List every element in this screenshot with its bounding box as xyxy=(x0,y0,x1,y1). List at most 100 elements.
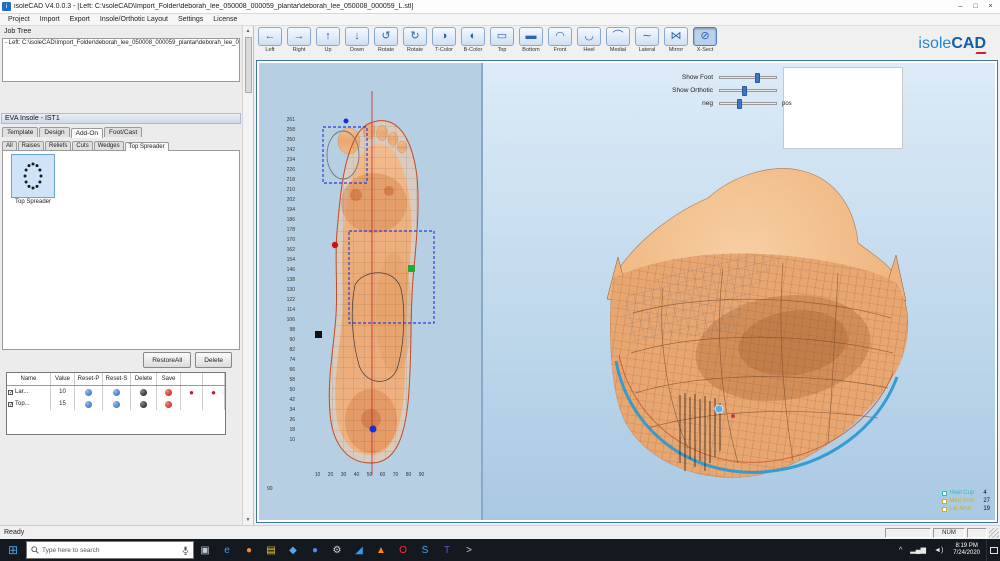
heel-view-button[interactable]: ◡ Heel xyxy=(575,27,603,53)
control-point-black[interactable] xyxy=(315,331,322,338)
vscode-icon[interactable]: ◢ xyxy=(348,539,370,561)
control-point-green[interactable] xyxy=(408,265,415,272)
row-checkbox[interactable]: ✓ xyxy=(8,390,13,395)
close-button[interactable]: × xyxy=(983,1,998,12)
task-view-icon[interactable]: ▣ xyxy=(194,539,216,561)
control-point-red[interactable] xyxy=(332,242,338,248)
photos-icon[interactable]: ◆ xyxy=(282,539,304,561)
tray-expand-icon[interactable]: ^ xyxy=(895,547,906,554)
row-save-button[interactable] xyxy=(165,389,172,396)
ruler-x-label: 80 xyxy=(402,472,415,478)
taskbar-clock[interactable]: 8:19 PM 7/24/2020 xyxy=(947,543,986,557)
skype-icon[interactable]: S xyxy=(414,539,436,561)
mic-icon[interactable] xyxy=(182,546,189,555)
reset-p-button[interactable] xyxy=(85,389,92,396)
resize-grip[interactable] xyxy=(989,528,999,538)
orthotic-3d-pane[interactable]: Show Foot Show Orthotic ne xyxy=(483,63,995,520)
rotate-cw-button[interactable]: ↻ Rotate xyxy=(401,27,429,53)
top-view-button[interactable]: ▭ Top xyxy=(488,27,516,53)
tool-label: Mirror xyxy=(662,47,690,53)
front-view-button[interactable]: ◠ Front xyxy=(546,27,574,53)
t-color-button[interactable]: ◑ T-Color xyxy=(430,27,458,53)
rotate-ccw-button[interactable]: ↺ Rotate xyxy=(372,27,400,53)
show-foot-slider[interactable] xyxy=(719,76,777,79)
settings-icon[interactable]: ⚙ xyxy=(326,539,348,561)
opera-icon[interactable]: O xyxy=(392,539,414,561)
left-scrollbar[interactable]: ▲ ▼ xyxy=(242,26,253,525)
volume-icon[interactable]: ◄) xyxy=(930,547,947,554)
action-center-button[interactable] xyxy=(986,539,1000,561)
ruler-y-label: 10 xyxy=(279,435,295,445)
menu-item[interactable]: Export xyxy=(65,16,95,23)
maximize-button[interactable]: □ xyxy=(968,1,983,12)
show-orthotic-thumb[interactable] xyxy=(742,86,747,96)
table-header-cell xyxy=(203,373,225,385)
subtab[interactable]: Raises xyxy=(18,141,44,150)
reset-s-button[interactable] xyxy=(113,401,120,408)
control-point-top[interactable] xyxy=(344,119,349,124)
show-foot-thumb[interactable] xyxy=(755,73,760,83)
taskbar-search[interactable]: Type here to search xyxy=(26,541,194,559)
menu-item[interactable]: Settings xyxy=(173,16,208,23)
down-button[interactable]: ↓ Down xyxy=(343,27,371,53)
terminal-icon[interactable]: > xyxy=(458,539,480,561)
tab[interactable]: Add-On xyxy=(71,128,103,138)
top-spreader-tile[interactable]: Top Spreader xyxy=(6,154,60,205)
minimize-button[interactable]: – xyxy=(953,1,968,12)
row-delete-button[interactable] xyxy=(140,389,147,396)
subtab[interactable]: Cuts xyxy=(72,141,92,150)
tab[interactable]: Design xyxy=(39,127,69,137)
neg-pos-thumb[interactable] xyxy=(737,99,742,109)
show-orthotic-slider[interactable] xyxy=(719,89,777,92)
subtab[interactable]: Wedges xyxy=(94,141,124,150)
left-button[interactable]: ← Left xyxy=(256,27,284,53)
neg-pos-slider[interactable] xyxy=(719,102,777,105)
row-delete-button[interactable] xyxy=(140,401,147,408)
job-tree-item[interactable]: - Left: C:\isoleCAD\Import_Folder\debora… xyxy=(3,39,239,47)
scroll-up-icon[interactable]: ▲ xyxy=(246,26,251,36)
subtab[interactable]: Top Spreader xyxy=(125,142,169,151)
medial-view-button[interactable]: ⌒ Medial xyxy=(604,27,632,53)
control-point-blue[interactable] xyxy=(370,426,377,433)
x-sect-button[interactable]: ⊘ X-Sect xyxy=(691,27,719,53)
delete-button[interactable]: Delete xyxy=(195,352,232,368)
reset-p-button[interactable] xyxy=(85,401,92,408)
tab[interactable]: Foot/Cast xyxy=(104,127,142,137)
legend-checkbox[interactable] xyxy=(942,499,947,504)
scroll-thumb[interactable] xyxy=(245,37,252,93)
start-button[interactable]: ⊞ xyxy=(0,539,26,561)
row-save-button[interactable] xyxy=(165,401,172,408)
mirror-button[interactable]: ⋈ Mirror xyxy=(662,27,690,53)
scroll-down-icon[interactable]: ▼ xyxy=(246,515,251,525)
network-icon[interactable]: ▂▄▆ xyxy=(906,546,930,554)
reset-s-button[interactable] xyxy=(113,389,120,396)
legend-checkbox[interactable] xyxy=(942,507,947,512)
firefox-icon[interactable]: ● xyxy=(238,539,260,561)
b-color-button[interactable]: ◐ B-Color xyxy=(459,27,487,53)
menu-item[interactable]: License xyxy=(208,16,242,23)
up-button[interactable]: ↑ Up xyxy=(314,27,342,53)
subtab[interactable]: Reliefs xyxy=(45,141,71,150)
mesh-control-point[interactable] xyxy=(715,405,723,413)
search-icon xyxy=(31,546,39,554)
menu-item[interactable]: Project xyxy=(3,16,35,23)
restore-all-button[interactable]: RestoreAll xyxy=(143,352,191,368)
search-input[interactable]: Type here to search xyxy=(42,547,179,554)
file-explorer-icon[interactable]: ▤ xyxy=(260,539,282,561)
plantar-2d-pane[interactable]: 261 258 250 242 234 226 218 xyxy=(259,63,481,520)
subtab[interactable]: All xyxy=(2,141,17,150)
menu-item[interactable]: Insole/Orthotic Layout xyxy=(95,16,173,23)
edge-icon[interactable]: e xyxy=(216,539,238,561)
lateral-view-button[interactable]: ∼ Lateral xyxy=(633,27,661,53)
teams-icon[interactable]: T xyxy=(436,539,458,561)
chrome-icon[interactable]: ● xyxy=(304,539,326,561)
vlc-icon[interactable]: ▲ xyxy=(370,539,392,561)
mesh-marker-point[interactable] xyxy=(731,414,735,418)
legend-checkbox[interactable] xyxy=(942,491,947,496)
menu-item[interactable]: Import xyxy=(35,16,65,23)
bottom-view-button[interactable]: ▬ Bottom xyxy=(517,27,545,53)
viewport: 261 258 250 242 234 226 218 xyxy=(256,60,998,523)
tab[interactable]: Template xyxy=(2,127,38,137)
right-button[interactable]: → Right xyxy=(285,27,313,53)
row-checkbox[interactable]: ✓ xyxy=(8,402,13,407)
